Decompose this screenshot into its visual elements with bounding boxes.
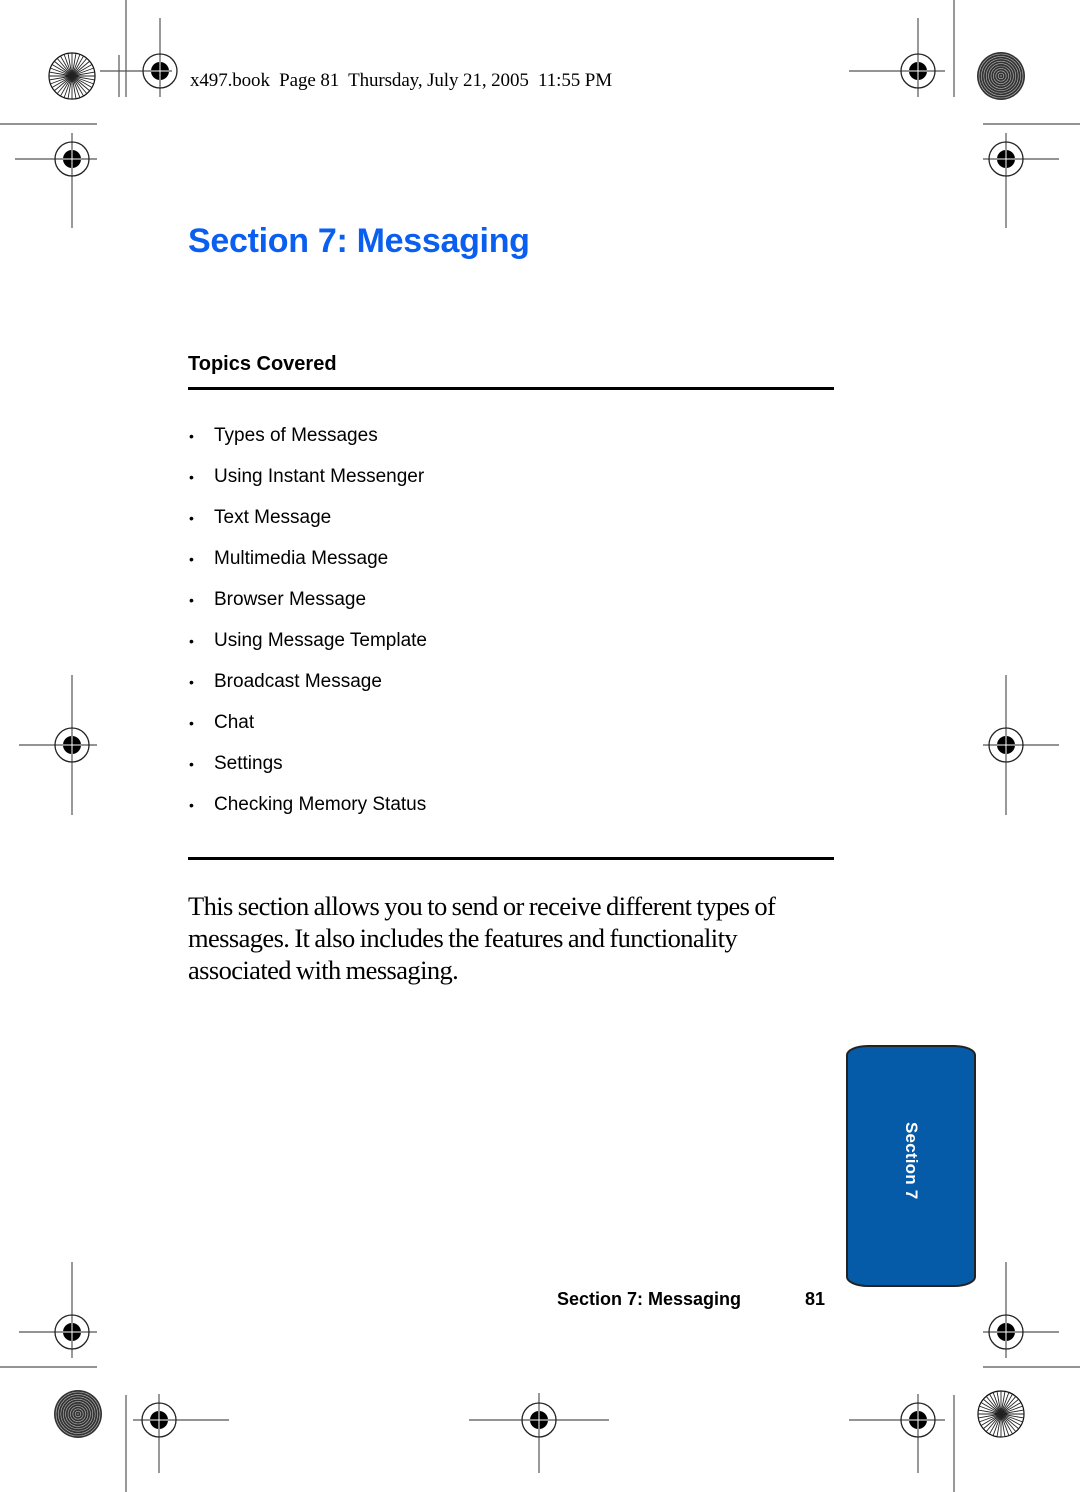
topics-heading: Topics Covered: [188, 353, 337, 375]
bullet-icon: •: [189, 428, 194, 444]
registration-crosshair-icon: [988, 727, 1024, 763]
registration-crosshair-icon: [521, 1402, 557, 1438]
registration-crosshair-icon: [141, 1402, 177, 1438]
registration-crosshair-icon: [900, 1402, 936, 1438]
topics-top-divider: [188, 387, 834, 390]
section-side-tab-label: Section 7: [902, 1122, 921, 1200]
list-item: • Broadcast Message: [188, 666, 427, 707]
list-item: • Browser Message: [188, 584, 427, 625]
bullet-icon: •: [189, 715, 194, 731]
topic-label: Checking Memory Status: [214, 794, 427, 815]
footer-section-label: Section 7: Messaging: [557, 1289, 742, 1309]
topic-label: Using Instant Messenger: [214, 466, 425, 487]
intro-paragraph: This section allows you to send or recei…: [188, 891, 776, 985]
topic-label: Chat: [214, 712, 255, 733]
bullet-icon: •: [189, 510, 194, 526]
bullet-icon: •: [189, 592, 194, 608]
list-item: • Types of Messages: [188, 420, 427, 461]
list-item: • Multimedia Message: [188, 543, 427, 584]
page-number: 81: [805, 1289, 826, 1309]
registration-crosshair-icon: [54, 1314, 90, 1350]
topic-label: Browser Message: [214, 589, 367, 610]
registration-crosshair-icon: [54, 727, 90, 763]
topics-bottom-divider: [188, 857, 834, 860]
registration-crosshair-icon: [988, 1314, 1024, 1350]
list-item: • Using Message Template: [188, 625, 427, 666]
list-item: • Text Message: [188, 502, 427, 543]
starburst-target-icon: [977, 1390, 1025, 1438]
topic-label: Using Message Template: [214, 630, 427, 651]
starburst-target-icon: [48, 52, 96, 100]
registration-crosshair-icon: [900, 53, 936, 89]
list-item: • Checking Memory Status: [188, 789, 427, 830]
bullet-icon: •: [189, 469, 194, 485]
bullet-icon: •: [189, 633, 194, 649]
registration-crosshair-icon: [54, 141, 90, 177]
topic-label: Text Message: [214, 507, 332, 528]
topics-list: • Types of Messages • Using Instant Messen…: [188, 420, 427, 830]
bullet-icon: •: [189, 756, 194, 772]
page-title: Section 7: Messaging: [188, 222, 530, 260]
bullet-icon: •: [189, 797, 194, 813]
section-side-tab: Section 7: [846, 1045, 976, 1287]
list-item: • Chat: [188, 707, 427, 748]
bullet-icon: •: [189, 674, 194, 690]
concentric-target-icon: [54, 1390, 102, 1438]
topic-label: Settings: [214, 753, 283, 774]
registration-crosshair-icon: [988, 141, 1024, 177]
list-item: • Settings: [188, 748, 427, 789]
topic-label: Broadcast Message: [214, 671, 382, 692]
print-slug: x497.book Page 81 Thursday, July 21, 200…: [190, 70, 613, 91]
concentric-target-icon: [977, 52, 1025, 100]
topic-label: Multimedia Message: [214, 548, 389, 569]
list-item: • Using Instant Messenger: [188, 461, 427, 502]
topic-label: Types of Messages: [214, 425, 378, 446]
registration-crosshair-icon: [142, 53, 178, 89]
bullet-icon: •: [189, 551, 194, 567]
